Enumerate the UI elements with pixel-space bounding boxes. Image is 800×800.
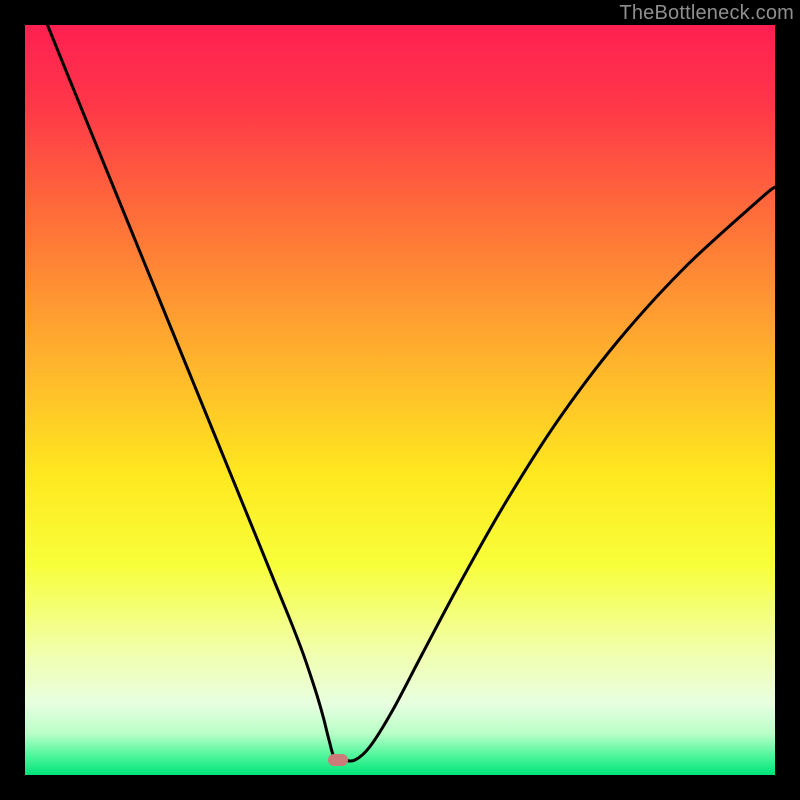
chart-area: [25, 25, 775, 775]
watermark-text: TheBottleneck.com: [619, 2, 794, 25]
bottleneck-curve: [25, 25, 775, 775]
min-marker: [328, 754, 348, 766]
